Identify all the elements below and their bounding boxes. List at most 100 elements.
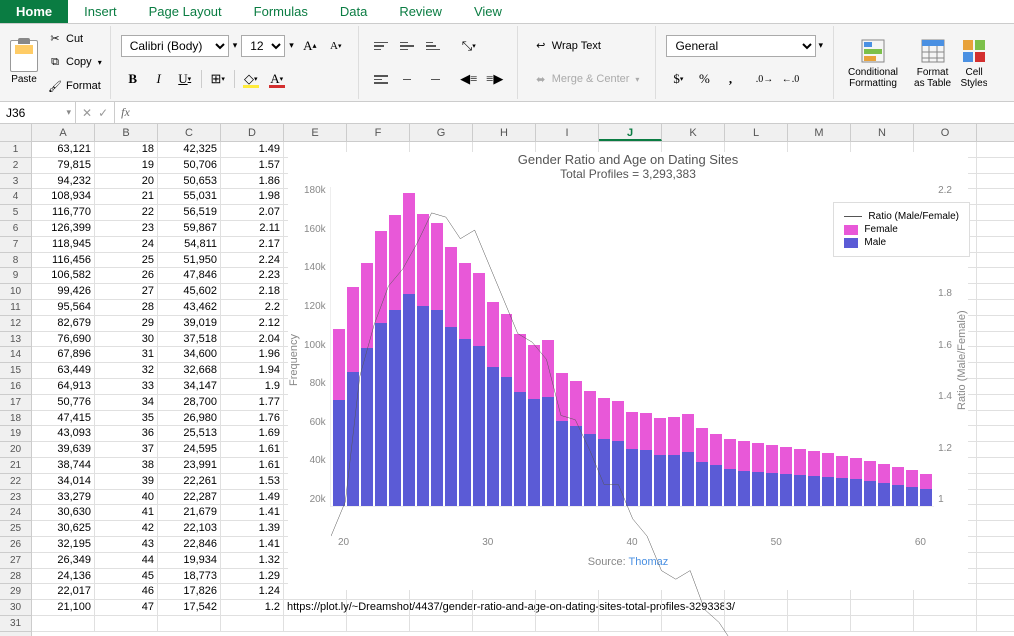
cell[interactable]: 2.12 — [221, 316, 284, 331]
cell[interactable]: 116,456 — [32, 253, 95, 268]
cell[interactable]: 1.96 — [221, 347, 284, 362]
cell[interactable]: 2.17 — [221, 237, 284, 252]
cell[interactable]: 43,462 — [158, 300, 221, 315]
tab-data[interactable]: Data — [324, 0, 383, 23]
row-header-22[interactable]: 22 — [0, 474, 31, 490]
cell[interactable]: 1.61 — [221, 458, 284, 473]
cell[interactable]: 40 — [95, 490, 158, 505]
cell[interactable]: 63,449 — [32, 363, 95, 378]
row-header-14[interactable]: 14 — [0, 347, 31, 363]
row-header-4[interactable]: 4 — [0, 189, 31, 205]
cell[interactable]: 50,776 — [32, 395, 95, 410]
cell[interactable]: 1.94 — [221, 363, 284, 378]
row-header-25[interactable]: 25 — [0, 521, 31, 537]
row-header-30[interactable]: 30 — [0, 600, 31, 616]
cell[interactable]: 47 — [95, 600, 158, 615]
row-header-15[interactable]: 15 — [0, 363, 31, 379]
align-top-button[interactable] — [369, 35, 393, 57]
row-header-20[interactable]: 20 — [0, 442, 31, 458]
cell[interactable]: 79,815 — [32, 158, 95, 173]
row-header-5[interactable]: 5 — [0, 205, 31, 221]
formula-input[interactable] — [136, 102, 1014, 123]
cell[interactable]: 55,031 — [158, 189, 221, 204]
cell[interactable]: 36 — [95, 426, 158, 441]
format-as-table-button[interactable]: Format as Table — [908, 35, 957, 91]
cell[interactable]: 43 — [95, 537, 158, 552]
cell[interactable]: 45 — [95, 569, 158, 584]
font-color-button[interactable]: A▾ — [265, 68, 289, 90]
font-size-select[interactable]: 12 — [241, 35, 285, 57]
conditional-formatting-button[interactable]: Conditional Formatting — [842, 35, 904, 91]
border-button[interactable]: ⊞▾ — [206, 68, 230, 90]
cell[interactable]: 22,261 — [158, 474, 221, 489]
cell[interactable]: 76,690 — [32, 332, 95, 347]
increase-decimal-button[interactable]: .0→ — [752, 68, 776, 90]
cell[interactable]: 1.53 — [221, 474, 284, 489]
cell[interactable]: 95,564 — [32, 300, 95, 315]
cell[interactable]: 46 — [95, 584, 158, 599]
cell[interactable]: 23,991 — [158, 458, 221, 473]
cell[interactable]: 38 — [95, 458, 158, 473]
col-header-D[interactable]: D — [221, 124, 284, 141]
cell[interactable]: 1.61 — [221, 442, 284, 457]
cell[interactable]: 19 — [95, 158, 158, 173]
col-header-L[interactable]: L — [725, 124, 788, 141]
row-header-29[interactable]: 29 — [0, 584, 31, 600]
cell[interactable]: 30 — [95, 332, 158, 347]
row-header-17[interactable]: 17 — [0, 395, 31, 411]
cancel-icon[interactable]: ✕ — [82, 106, 92, 120]
cell[interactable]: 2.18 — [221, 284, 284, 299]
cell[interactable]: 26,980 — [158, 411, 221, 426]
tab-review[interactable]: Review — [383, 0, 458, 23]
cell[interactable]: 1.9 — [221, 379, 284, 394]
tab-formulas[interactable]: Formulas — [238, 0, 324, 23]
align-left-button[interactable] — [369, 68, 393, 90]
cell[interactable]: 126,399 — [32, 221, 95, 236]
row-header-2[interactable]: 2 — [0, 158, 31, 174]
cell[interactable]: 56,519 — [158, 205, 221, 220]
col-header-G[interactable]: G — [410, 124, 473, 141]
cell[interactable]: 1.49 — [221, 490, 284, 505]
col-header-J[interactable]: J — [599, 124, 662, 141]
cell[interactable]: 31 — [95, 347, 158, 362]
cell[interactable]: 1.77 — [221, 395, 284, 410]
cell[interactable]: 59,867 — [158, 221, 221, 236]
cell[interactable]: 25,513 — [158, 426, 221, 441]
cell[interactable]: 23 — [95, 221, 158, 236]
col-header-O[interactable]: O — [914, 124, 977, 141]
cell[interactable]: 34,014 — [32, 474, 95, 489]
cell[interactable]: 43,093 — [32, 426, 95, 441]
merge-center-button[interactable]: ⬌Merge & Center▾ — [530, 71, 644, 87]
copy-button[interactable]: ⧉Copy▾ — [44, 54, 106, 70]
col-header-K[interactable]: K — [662, 124, 725, 141]
row-header-31[interactable]: 31 — [0, 616, 31, 632]
cell[interactable]: 63,121 — [32, 142, 95, 157]
cell[interactable]: 2.11 — [221, 221, 284, 236]
underline-button[interactable]: U▾ — [173, 68, 197, 90]
cell[interactable]: 1.98 — [221, 189, 284, 204]
cell[interactable]: 1.57 — [221, 158, 284, 173]
cell[interactable]: 24,595 — [158, 442, 221, 457]
cell[interactable]: 106,582 — [32, 268, 95, 283]
row-header-16[interactable]: 16 — [0, 379, 31, 395]
cell[interactable] — [95, 616, 158, 631]
cell[interactable]: 45,602 — [158, 284, 221, 299]
number-format-select[interactable]: General — [666, 35, 816, 57]
tab-insert[interactable]: Insert — [68, 0, 133, 23]
decrease-decimal-button[interactable]: ←.0 — [778, 68, 802, 90]
cell[interactable]: 20 — [95, 174, 158, 189]
cell[interactable]: 51,950 — [158, 253, 221, 268]
col-header-C[interactable]: C — [158, 124, 221, 141]
percent-button[interactable]: % — [692, 68, 716, 90]
decrease-font-button[interactable]: A▾ — [324, 35, 348, 57]
cell[interactable]: 94,232 — [32, 174, 95, 189]
cell[interactable]: 33 — [95, 379, 158, 394]
cell[interactable] — [32, 616, 95, 631]
cell[interactable]: 1.32 — [221, 553, 284, 568]
cell[interactable]: 35 — [95, 411, 158, 426]
row-header-6[interactable]: 6 — [0, 221, 31, 237]
row-header-19[interactable]: 19 — [0, 426, 31, 442]
cell[interactable]: 21 — [95, 189, 158, 204]
cell[interactable]: 32,195 — [32, 537, 95, 552]
cell[interactable]: 28 — [95, 300, 158, 315]
